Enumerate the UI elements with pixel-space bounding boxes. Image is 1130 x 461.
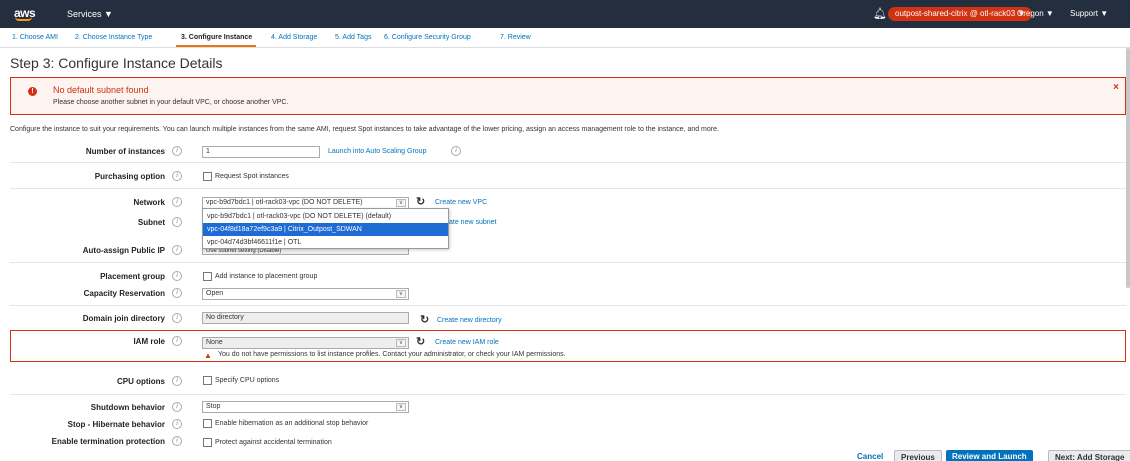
cpu-options-label: CPU options (117, 377, 165, 386)
placement-group-checkbox-label: Add instance to placement group (215, 273, 318, 280)
cancel-button[interactable]: Cancel (851, 450, 889, 461)
tab-configure-instance[interactable]: 3. Configure Instance (181, 34, 252, 41)
tab-add-storage[interactable]: 4. Add Storage (271, 34, 317, 41)
info-icon[interactable]: i (451, 146, 461, 156)
aws-logo-smile-icon (15, 17, 32, 21)
support-menu[interactable]: Support ▼ (1070, 9, 1108, 18)
services-menu[interactable]: Services ▼ (67, 9, 113, 19)
info-icon[interactable]: i (172, 436, 182, 446)
placement-group-label: Placement group (100, 272, 165, 281)
info-icon[interactable]: i (172, 197, 182, 207)
tab-review[interactable]: 7. Review (500, 34, 531, 41)
iam-role-label: IAM role (133, 337, 165, 346)
auto-assign-ip-label: Auto-assign Public IP (82, 246, 165, 255)
divider (10, 162, 1126, 163)
refresh-icon[interactable]: ↻ (420, 313, 429, 326)
domain-join-label: Domain join directory (82, 314, 165, 323)
divider (10, 305, 1126, 306)
account-menu[interactable]: outpost-shared-citrix @ otl-rack03 ▼ (888, 7, 1033, 21)
chevron-down-icon: ∨ (396, 403, 406, 411)
capacity-reservation-label: Capacity Reservation (83, 289, 165, 298)
hibernate-checkbox[interactable] (203, 419, 212, 428)
shutdown-behavior-label: Shutdown behavior (90, 403, 165, 412)
shutdown-behavior-select[interactable]: Stop ∨ (202, 401, 409, 413)
purchasing-option-label: Purchasing option (94, 172, 165, 181)
close-icon[interactable]: × (1113, 82, 1119, 93)
info-icon[interactable]: i (172, 171, 182, 181)
termination-protection-label: Enable termination protection (51, 437, 165, 446)
info-icon[interactable]: i (172, 336, 182, 346)
bell-icon[interactable]: 🔔︎ (873, 7, 887, 20)
active-tab-indicator (176, 45, 256, 47)
info-icon[interactable]: i (172, 217, 182, 227)
error-title: No default subnet found (53, 85, 149, 95)
domain-join-value: No directory (206, 314, 244, 321)
number-of-instances-input[interactable]: 1 (202, 146, 320, 158)
placement-group-checkbox[interactable] (203, 272, 212, 281)
network-label: Network (133, 198, 165, 207)
page-title: Step 3: Configure Instance Details (10, 55, 223, 71)
iam-role-error-block (10, 330, 1126, 362)
shutdown-behavior-value: Stop (206, 403, 221, 410)
chevron-down-icon: ∨ (396, 339, 406, 347)
info-icon[interactable]: i (172, 313, 182, 323)
divider (10, 262, 1126, 263)
hibernate-checkbox-label: Enable hibernation as an additional stop… (215, 420, 369, 427)
info-icon[interactable]: i (172, 402, 182, 412)
capacity-reservation-select[interactable]: Open ∨ (202, 288, 409, 300)
region-menu[interactable]: Oregon ▼ (1017, 9, 1054, 18)
top-navigation-bar: aws Services ▼ 🔔︎ outpost-shared-citrix … (0, 0, 1130, 28)
network-option[interactable]: vpc-04d74d3bf46611f1e | OTL (203, 236, 448, 249)
cpu-options-checkbox[interactable] (203, 376, 212, 385)
error-icon: ! (28, 87, 37, 96)
refresh-icon[interactable]: ↻ (416, 335, 425, 348)
error-banner: ! No default subnet found Please choose … (10, 77, 1126, 115)
info-icon[interactable]: i (172, 271, 182, 281)
previous-button[interactable]: Previous (894, 450, 942, 461)
iam-role-select[interactable]: None ∨ (202, 337, 409, 349)
page-scrollbar[interactable] (1126, 48, 1130, 288)
tab-choose-instance-type[interactable]: 2. Choose Instance Type (75, 34, 152, 41)
refresh-icon[interactable]: ↻ (416, 195, 425, 208)
next-add-storage-button[interactable]: Next: Add Storage (1048, 450, 1130, 461)
request-spot-label: Request Spot instances (215, 173, 289, 180)
termination-protection-checkbox[interactable] (203, 438, 212, 447)
network-dropdown-list: vpc-b9d7bdc1 | otl-rack03-vpc (DO NOT DE… (202, 208, 449, 249)
chevron-down-icon: ∨ (396, 290, 406, 298)
create-new-vpc-link[interactable]: Create new VPC (435, 199, 487, 206)
create-new-directory-link[interactable]: Create new directory (437, 317, 502, 324)
divider (10, 394, 1126, 395)
info-icon[interactable]: i (172, 288, 182, 298)
intro-text: Configure the instance to suit your requ… (10, 126, 719, 133)
tab-choose-ami[interactable]: 1. Choose AMI (12, 34, 58, 41)
info-icon[interactable]: i (172, 376, 182, 386)
subnet-label: Subnet (137, 218, 165, 227)
iam-role-value: None (206, 339, 223, 346)
domain-join-select[interactable]: No directory (202, 312, 409, 324)
create-new-iam-role-link[interactable]: Create new IAM role (435, 339, 499, 346)
iam-permission-warning: You do not have permissions to list inst… (218, 351, 566, 358)
info-icon[interactable]: i (172, 245, 182, 255)
request-spot-checkbox[interactable] (203, 172, 212, 181)
cpu-options-checkbox-label: Specify CPU options (215, 377, 280, 384)
divider (10, 188, 1126, 189)
network-option[interactable]: vpc-b9d7bdc1 | otl-rack03-vpc (DO NOT DE… (203, 210, 448, 223)
chevron-down-icon: ∨ (396, 199, 406, 207)
launch-auto-scaling-link[interactable]: Launch into Auto Scaling Group (328, 148, 426, 155)
network-select-value: vpc-b9d7bdc1 | otl-rack03-vpc (DO NOT DE… (206, 199, 363, 206)
tab-configure-security-group[interactable]: 6. Configure Security Group (384, 34, 471, 41)
number-of-instances-label: Number of instances (85, 147, 165, 156)
tab-add-tags[interactable]: 5. Add Tags (335, 34, 371, 41)
error-message: Please choose another subnet in your def… (53, 99, 289, 106)
capacity-reservation-value: Open (206, 290, 224, 297)
stop-hibernate-label: Stop - Hibernate behavior (67, 420, 165, 429)
wizard-steps: 1. Choose AMI 2. Choose Instance Type 3.… (0, 28, 1130, 48)
network-option-highlighted[interactable]: vpc-04f8d18a72ef9c3a9 | Citrix_Outpost_S… (203, 223, 448, 236)
info-icon[interactable]: i (172, 419, 182, 429)
create-new-subnet-link[interactable]: ate new subnet (449, 219, 496, 226)
review-and-launch-button[interactable]: Review and Launch (946, 450, 1033, 461)
info-icon[interactable]: i (172, 146, 182, 156)
warning-icon: ▲ (204, 351, 212, 360)
termination-protection-checkbox-label: Protect against accidental termination (215, 439, 332, 446)
